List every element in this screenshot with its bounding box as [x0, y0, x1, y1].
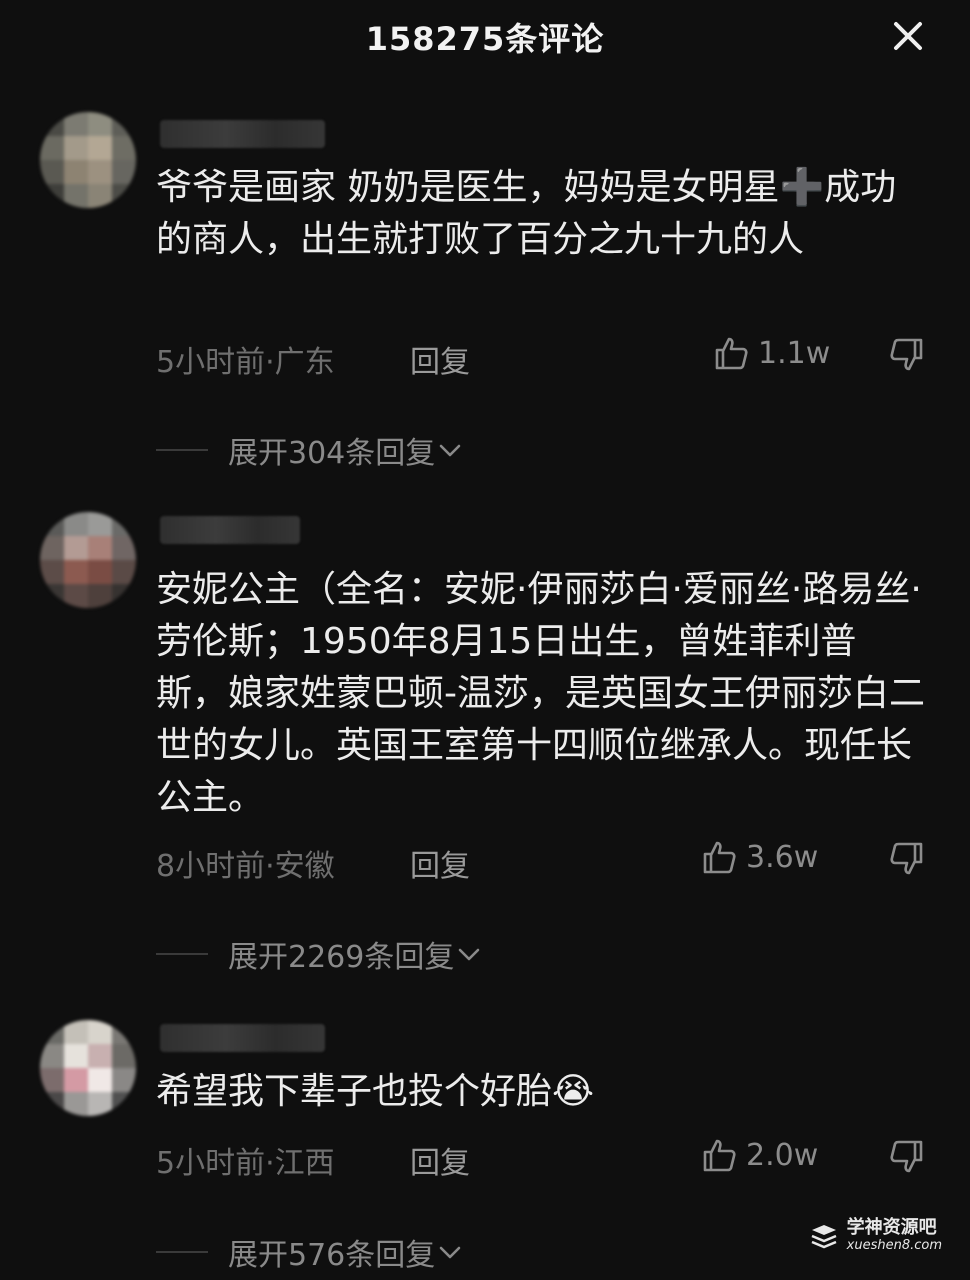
time-location: 5小时前·江西: [156, 1146, 335, 1181]
comment-text: 爷爷是画家 奶奶是医生，妈妈是女明星➕成功的商人，出生就打败了百分之九十九的人: [156, 167, 897, 260]
like-count: 3.6w: [746, 839, 819, 875]
chevron-down-icon: [439, 1246, 461, 1259]
like-button[interactable]: 1.1w: [712, 334, 830, 372]
watermark: 学神资源吧 xueshen8.com: [809, 1219, 942, 1252]
username[interactable]: [160, 1024, 325, 1052]
reply-button[interactable]: 回复: [410, 1138, 470, 1182]
like-button[interactable]: 2.0w: [700, 1136, 818, 1174]
avatar[interactable]: [40, 1020, 136, 1116]
expand-replies-button[interactable]: 展开304条回复: [156, 428, 465, 472]
thumbs-down-icon: [890, 1140, 923, 1173]
divider: [156, 1251, 208, 1253]
time-location: 8小时前·安徽: [156, 849, 335, 884]
chevron-down-icon: [459, 948, 480, 961]
dislike-button[interactable]: [888, 1138, 928, 1178]
thumbs-up-icon: [715, 337, 748, 370]
reply-button[interactable]: 回复: [410, 337, 470, 381]
like-count: 1.1w: [758, 335, 831, 371]
expand-replies-button[interactable]: 展开2269条回复: [156, 932, 484, 976]
time-location: 5小时前·广东: [156, 345, 335, 380]
watermark-url: xueshen8.com: [846, 1238, 942, 1253]
username[interactable]: [160, 516, 300, 544]
reply-button[interactable]: 回复: [410, 841, 470, 885]
comment-text: 安妮公主（全名：安妮·伊丽莎白·爱丽丝·路易丝·劳伦斯；1950年8月15日出生…: [156, 569, 925, 818]
watermark-name: 学神资源吧: [846, 1217, 937, 1238]
book-stack-icon: [811, 1224, 837, 1248]
username[interactable]: [160, 120, 325, 148]
avatar[interactable]: [40, 512, 136, 608]
expand-replies-button[interactable]: 展开576条回复: [156, 1230, 465, 1274]
expand-replies-label: 展开2269条回复: [228, 940, 455, 975]
thumbs-up-icon: [703, 1139, 736, 1172]
divider: [156, 953, 208, 955]
dislike-button[interactable]: [888, 336, 928, 376]
thumbs-down-icon: [890, 338, 923, 371]
close-button[interactable]: [888, 16, 928, 56]
expand-replies-label: 展开576条回复: [228, 1238, 436, 1273]
like-button[interactable]: 3.6w: [700, 838, 818, 876]
expand-replies-label: 展开304条回复: [228, 436, 436, 471]
close-icon: [894, 22, 922, 50]
avatar[interactable]: [40, 112, 136, 208]
chevron-down-icon: [439, 444, 461, 457]
divider: [156, 449, 208, 451]
thumbs-up-icon: [703, 841, 736, 874]
comment-text: 希望我下辈子也投个好胎😭: [156, 1071, 595, 1112]
like-count: 2.0w: [746, 1137, 819, 1173]
dislike-button[interactable]: [888, 840, 928, 880]
comment-count-title: 158275条评论: [365, 20, 605, 58]
thumbs-down-icon: [890, 842, 923, 875]
comments-header: 158275条评论: [0, 0, 970, 72]
